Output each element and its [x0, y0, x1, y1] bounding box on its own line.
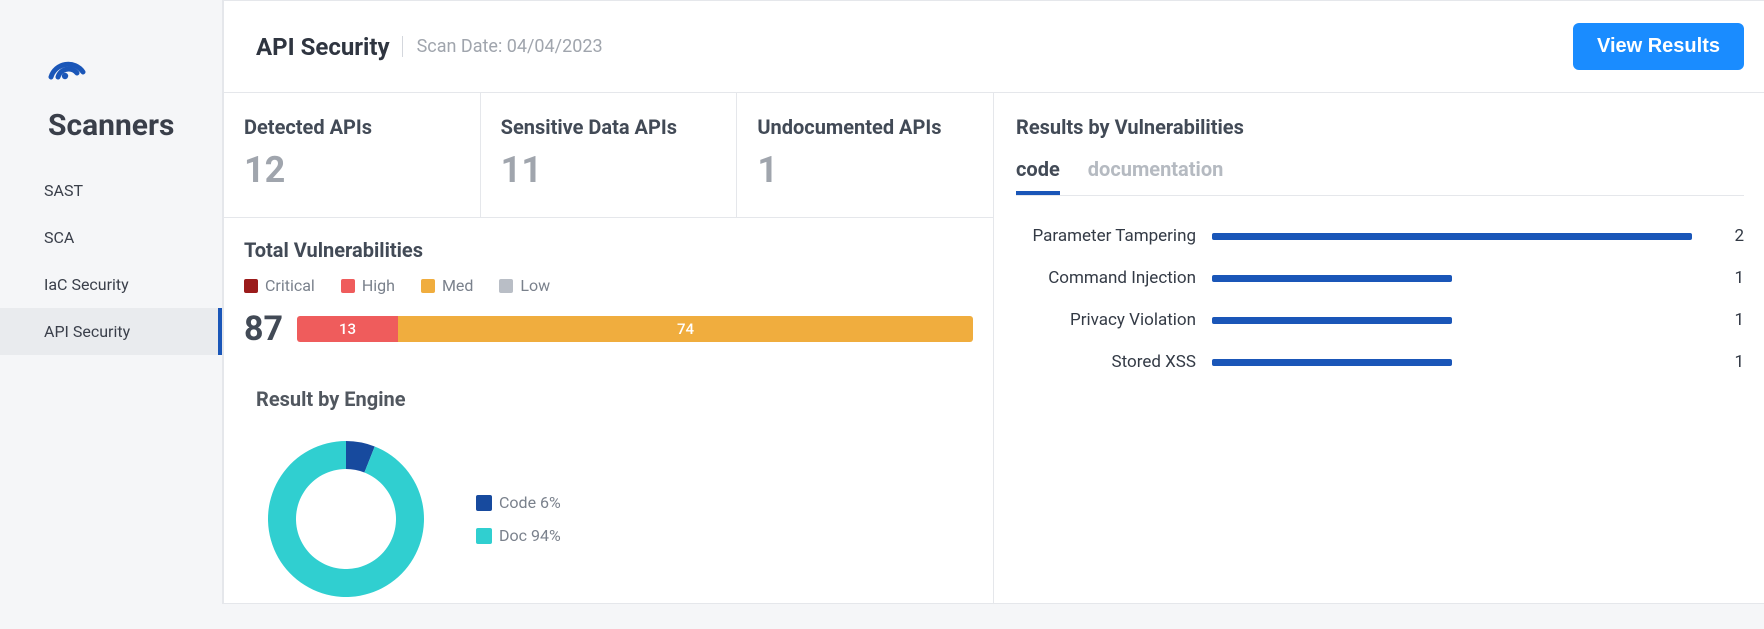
donut-slice-doc — [268, 441, 424, 597]
app-root: Scanners SAST SCA IaC Security API Secur… — [0, 0, 1764, 604]
legend-low: Low — [499, 276, 550, 295]
total-vulnerabilities: Total Vulnerabilities Critical High Med … — [224, 218, 993, 359]
stats-row: Detected APIs 12 Sensitive Data APIs 11 … — [224, 93, 993, 218]
result-by-engine: Result by Engine Code 6% Doc 94% — [224, 359, 993, 629]
sidebar-item-label: SAST — [44, 181, 83, 200]
vulnerabilities-stacked-bar: 1374 — [297, 316, 973, 342]
vuln-name: Privacy Violation — [1016, 310, 1196, 330]
sidebar-item-label: API Security — [44, 322, 130, 341]
vuln-count: 1 — [1724, 310, 1744, 330]
stat-detected-apis: Detected APIs 12 — [224, 93, 481, 217]
vuln-bar — [1212, 317, 1452, 324]
legend-high: High — [341, 276, 395, 295]
sidebar-title: Scanners — [0, 108, 222, 167]
vuln-count: 1 — [1724, 352, 1744, 372]
severity-legend: Critical High Med Low — [244, 276, 973, 295]
page-title: API Security — [256, 33, 390, 61]
stat-value: 11 — [501, 149, 717, 191]
stat-value: 12 — [244, 149, 460, 191]
vulnerabilities-list: Parameter Tampering2Command Injection1Pr… — [1016, 226, 1744, 372]
legend-med: Med — [421, 276, 473, 295]
section-title: Result by Engine — [256, 387, 973, 411]
left-column: Detected APIs 12 Sensitive Data APIs 11 … — [224, 93, 994, 603]
legend-label: High — [362, 276, 395, 295]
section-title: Results by Vulnerabilities — [1016, 115, 1744, 139]
vuln-bar-row: 87 1374 — [244, 309, 973, 349]
results-tabs: code documentation — [1016, 157, 1744, 196]
swatch-icon — [421, 279, 435, 293]
legend-label: Critical — [265, 276, 315, 295]
vuln-count: 1 — [1724, 268, 1744, 288]
sidebar: Scanners SAST SCA IaC Security API Secur… — [0, 0, 223, 604]
logo-icon — [48, 50, 86, 84]
scan-date: Scan Date: 04/04/2023 — [402, 36, 603, 57]
vuln-name: Stored XSS — [1016, 352, 1196, 372]
legend-label: Low — [520, 276, 550, 295]
bar-segment-high: 13 — [297, 316, 398, 342]
legend-label: Code 6% — [499, 493, 561, 512]
vuln-bar — [1212, 275, 1452, 282]
legend-label: Doc 94% — [499, 526, 561, 545]
swatch-icon — [476, 495, 492, 511]
logo — [0, 50, 222, 84]
legend-critical: Critical — [244, 276, 315, 295]
stat-label: Detected APIs — [244, 115, 460, 139]
vuln-name: Command Injection — [1016, 268, 1196, 288]
vuln-row: Privacy Violation 1 — [1016, 310, 1744, 330]
vuln-row: Stored XSS 1 — [1016, 352, 1744, 372]
stat-value: 1 — [757, 149, 973, 191]
swatch-icon — [476, 528, 492, 544]
view-results-button[interactable]: View Results — [1573, 23, 1744, 70]
vuln-bar — [1212, 359, 1452, 366]
vuln-name: Parameter Tampering — [1016, 226, 1196, 246]
swatch-icon — [244, 279, 258, 293]
sidebar-item-label: SCA — [44, 228, 74, 247]
sidebar-item-api-security[interactable]: API Security — [0, 308, 222, 355]
bar-segment-med: 74 — [398, 316, 973, 342]
stat-label: Undocumented APIs — [757, 115, 973, 139]
sidebar-item-iac-security[interactable]: IaC Security — [0, 261, 222, 308]
stat-sensitive-apis: Sensitive Data APIs 11 — [481, 93, 738, 217]
header: API Security Scan Date: 04/04/2023 View … — [224, 1, 1764, 93]
engine-donut-chart — [256, 429, 436, 609]
swatch-icon — [341, 279, 355, 293]
sidebar-item-sca[interactable]: SCA — [0, 214, 222, 261]
legend-label: Med — [442, 276, 473, 295]
sidebar-item-label: IaC Security — [44, 275, 129, 294]
sidebar-item-sast[interactable]: SAST — [0, 167, 222, 214]
vuln-row: Parameter Tampering 2 — [1016, 226, 1744, 246]
tab-code[interactable]: code — [1016, 157, 1060, 195]
vuln-bar — [1212, 233, 1692, 240]
vuln-total-value: 87 — [244, 309, 283, 349]
stat-label: Sensitive Data APIs — [501, 115, 717, 139]
vuln-count: 2 — [1724, 226, 1744, 246]
vuln-row: Command Injection 1 — [1016, 268, 1744, 288]
engine-legend: Code 6% Doc 94% — [476, 493, 561, 545]
main: API Security Scan Date: 04/04/2023 View … — [223, 0, 1764, 604]
swatch-icon — [499, 279, 513, 293]
legend-code: Code 6% — [476, 493, 561, 512]
section-title: Total Vulnerabilities — [244, 238, 973, 262]
right-column: Results by Vulnerabilities code document… — [994, 93, 1764, 603]
stat-undocumented-apis: Undocumented APIs 1 — [737, 93, 993, 217]
content: Detected APIs 12 Sensitive Data APIs 11 … — [224, 93, 1764, 603]
tab-documentation[interactable]: documentation — [1088, 157, 1224, 195]
legend-doc: Doc 94% — [476, 526, 561, 545]
